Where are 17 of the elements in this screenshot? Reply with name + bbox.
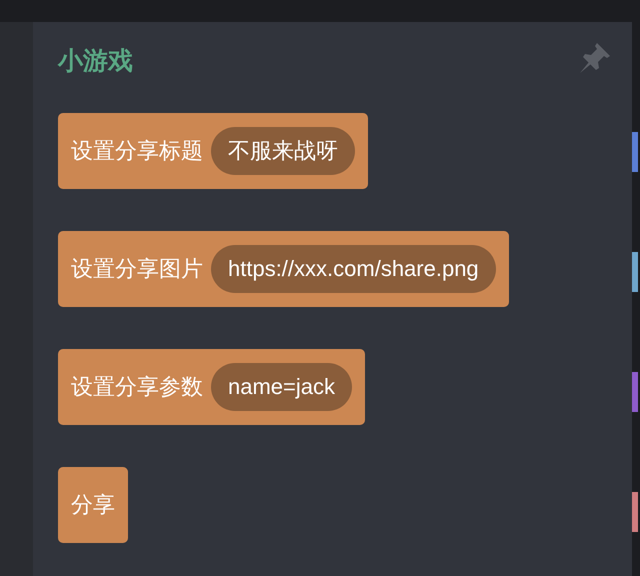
input-field[interactable]: 不服来战呀 — [211, 127, 355, 175]
input-field[interactable]: https://xxx.com/share.png — [211, 245, 496, 293]
block-label: 设置分享标题 — [71, 138, 203, 166]
category-marker[interactable] — [632, 252, 638, 292]
code-block[interactable]: 设置分享标题 不服来战呀 — [58, 113, 368, 189]
code-block[interactable]: 设置分享参数 name=jack — [58, 349, 366, 425]
category-marker[interactable] — [632, 492, 638, 532]
category-marker[interactable] — [632, 132, 638, 172]
code-block[interactable]: 设置分享图片 https://xxx.com/share.png — [58, 231, 509, 307]
input-field[interactable]: name=jack — [211, 363, 352, 411]
block-label: 分享 — [71, 492, 115, 520]
code-block[interactable]: 分享 — [58, 467, 128, 543]
pin-icon[interactable] — [578, 41, 612, 75]
panel-title: 小游戏 — [58, 44, 133, 76]
block-label: 设置分享图片 — [71, 256, 203, 284]
block-label: 设置分享参数 — [71, 374, 203, 402]
category-marker[interactable] — [632, 372, 638, 412]
